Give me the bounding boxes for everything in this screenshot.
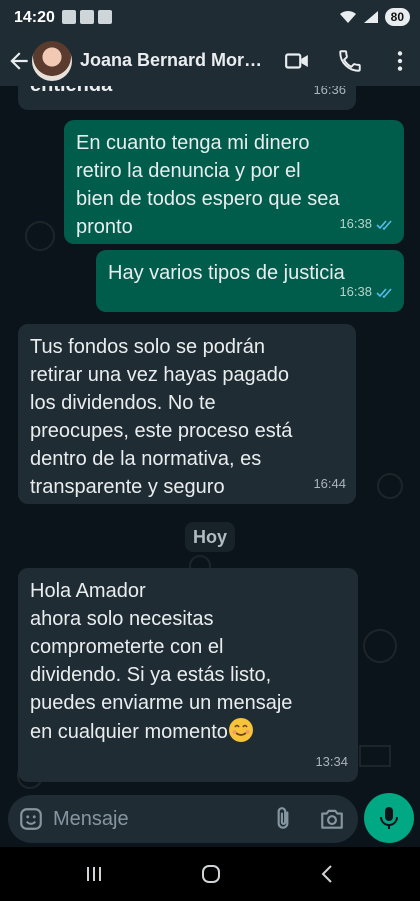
- mic-button[interactable]: [364, 793, 414, 843]
- message-bubble-incoming[interactable]: entienda 16:36: [18, 86, 356, 110]
- message-time: 16:38: [339, 216, 372, 231]
- home-icon[interactable]: [199, 862, 223, 886]
- message-bubble-incoming[interactable]: Tus fondos solo se podrán retirar una ve…: [18, 324, 356, 504]
- message-bubble-outgoing[interactable]: Hay varios tipos de justicia 16:38: [96, 250, 404, 312]
- camera-icon[interactable]: [319, 806, 345, 832]
- system-navigation-bar: [0, 847, 420, 901]
- message-input-placeholder[interactable]: Mensaje: [53, 808, 129, 831]
- message-bubble-incoming[interactable]: Hola Amador ahora solo necesitas comprom…: [18, 568, 358, 782]
- phone-icon[interactable]: [337, 48, 363, 74]
- notification-icon: [80, 10, 94, 24]
- message-time: 13:34: [315, 754, 348, 769]
- message-text: entienda: [30, 86, 112, 99]
- message-meta: 13:34: [315, 748, 348, 776]
- contact-name[interactable]: Joana Bernard Moreno: [80, 50, 270, 71]
- message-text: Hay varios tipos de justicia: [108, 262, 345, 284]
- smiling-emoji-icon: [228, 718, 253, 742]
- notification-icons: [62, 10, 112, 24]
- read-ticks-icon: [376, 287, 392, 298]
- message-time: 16:44: [313, 476, 346, 491]
- notification-icon: [62, 10, 76, 24]
- signal-icon: [363, 11, 378, 23]
- status-time: 14:20: [14, 9, 55, 26]
- attach-icon[interactable]: [270, 806, 296, 832]
- recent-apps-icon[interactable]: [82, 862, 106, 886]
- more-icon[interactable]: [387, 48, 413, 74]
- status-indicators: 80: [339, 8, 410, 26]
- message-text: Hola Amador ahora solo necesitas comprom…: [30, 580, 293, 743]
- chat-header: Joana Bernard Moreno: [0, 36, 420, 86]
- mic-icon: [380, 807, 398, 829]
- notification-icon: [98, 10, 112, 24]
- avatar[interactable]: [32, 41, 72, 81]
- message-time: 16:38: [339, 284, 372, 299]
- message-input[interactable]: Mensaje: [8, 795, 358, 843]
- message-time: 16:36: [313, 86, 346, 97]
- back-arrow-icon[interactable]: [6, 48, 32, 74]
- status-bar: 14:20 80: [0, 0, 420, 36]
- video-call-icon[interactable]: [284, 48, 310, 74]
- chat-area[interactable]: entienda 16:36 En cuanto tenga mi dinero…: [0, 86, 420, 793]
- back-nav-icon[interactable]: [316, 862, 340, 886]
- message-meta: 16:36: [313, 86, 346, 104]
- message-meta: 16:44: [313, 470, 346, 498]
- day-divider: Hoy: [185, 522, 235, 552]
- emoji-icon[interactable]: [18, 806, 44, 832]
- message-meta: 16:38: [339, 278, 394, 306]
- read-ticks-icon: [376, 219, 392, 230]
- message-text: En cuanto tenga mi dinero retiro la denu…: [76, 132, 340, 238]
- message-meta: 16:38: [339, 210, 394, 238]
- battery-indicator: 80: [384, 8, 410, 26]
- message-text: Tus fondos solo se podrán retirar una ve…: [30, 336, 293, 498]
- wifi-icon: [339, 10, 356, 23]
- message-bubble-outgoing[interactable]: En cuanto tenga mi dinero retiro la denu…: [64, 120, 404, 244]
- message-composer: Mensaje: [0, 793, 420, 847]
